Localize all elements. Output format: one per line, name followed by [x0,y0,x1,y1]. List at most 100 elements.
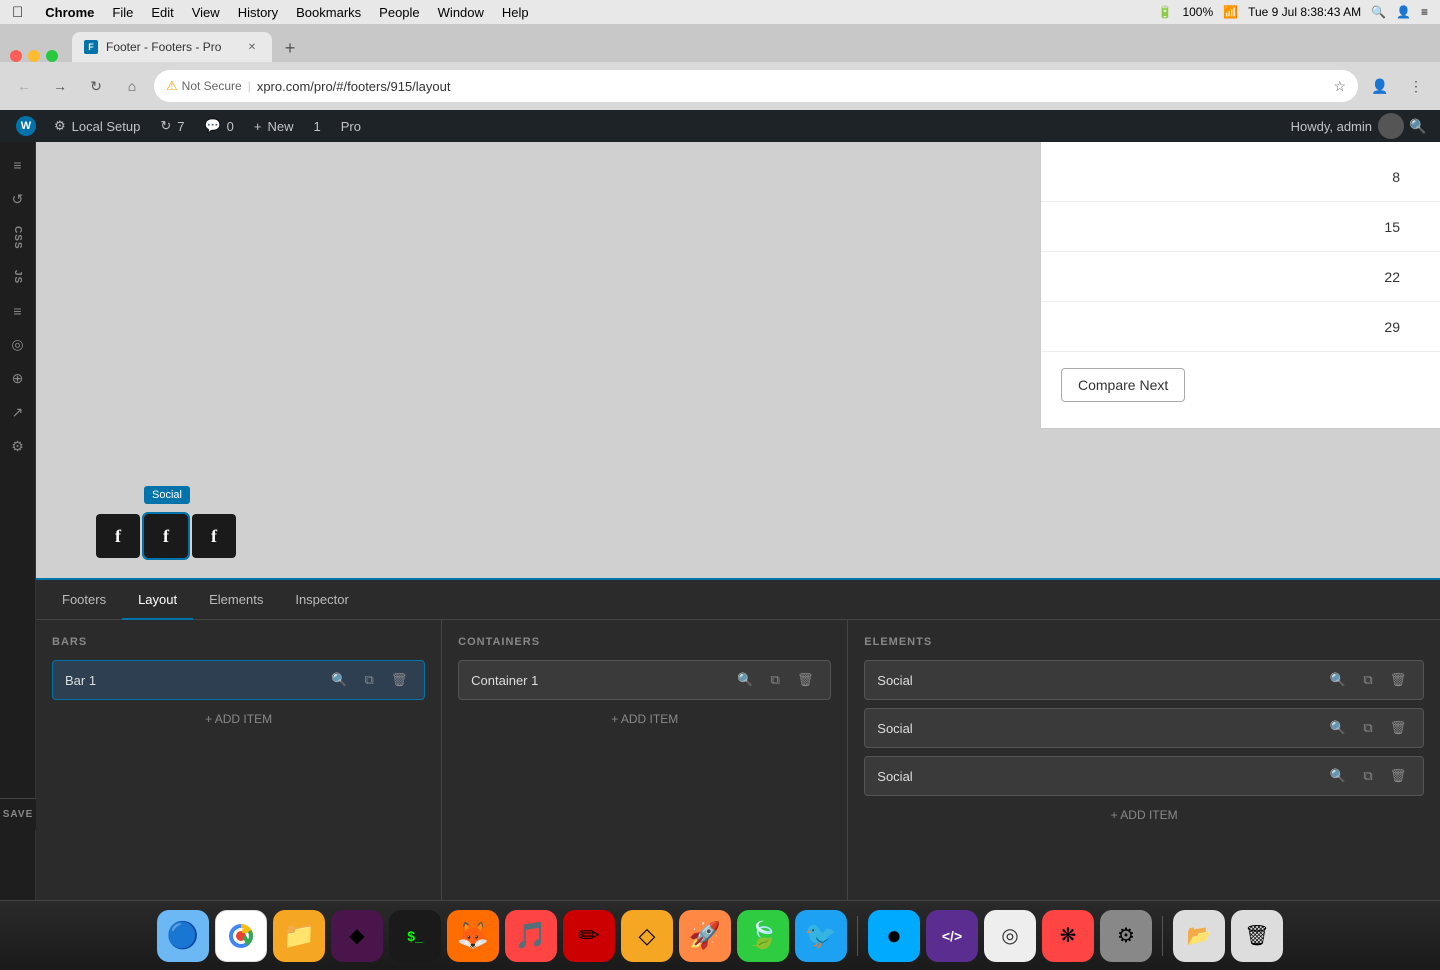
dock-files[interactable]: 📁 [273,910,325,962]
home-btn[interactable]: ⌂ [118,72,146,100]
minimize-window-btn[interactable] [28,50,40,62]
comments-btn[interactable]: 💬 0 [194,110,243,142]
bar-1-copy-btn[interactable]: ⧉ [356,667,382,693]
sidebar-settings-icon[interactable]: ⚙ [3,432,33,462]
back-btn[interactable]: ← [10,72,38,100]
element-2-copy-btn[interactable]: ⧉ [1355,715,1381,741]
search-icon[interactable]: 🔍 [1371,5,1386,19]
element-1-search-btn[interactable]: 🔍 [1325,667,1351,693]
tab-elements[interactable]: Elements [193,580,279,620]
view-menu[interactable]: View [192,5,220,20]
local-setup-btn[interactable]: ⚙ Local Setup [44,110,150,142]
container-1-search-btn[interactable]: 🔍 [732,667,758,693]
sidebar-elements-icon[interactable]: ◎ [3,330,33,360]
apple-menu[interactable]:  [12,4,23,21]
element-1-copy-btn[interactable]: ⧉ [1355,667,1381,693]
pro-btn[interactable]: Pro [331,110,371,142]
dock-system[interactable]: ⚙ [1100,910,1152,962]
bar-1-delete-btn[interactable]: 🗑 [386,667,412,693]
dock-slack[interactable]: ◆ [331,910,383,962]
social-preview: f Social f f [36,494,1040,578]
containers-add-item-btn[interactable]: + ADD ITEM [458,708,831,730]
js-label-btn[interactable]: JS [3,262,33,292]
element-1-delete-btn[interactable]: 🗑 [1385,667,1411,693]
dock-sketch[interactable]: ◇ [621,910,673,962]
dock-rocket[interactable]: 🚀 [679,910,731,962]
edit-menu[interactable]: Edit [151,5,173,20]
dock-terminal[interactable]: $_ [389,910,441,962]
elements-add-item-btn[interactable]: + ADD ITEM [864,804,1424,826]
bars-add-item-btn[interactable]: + ADD ITEM [52,708,425,730]
user-icon[interactable]: 👤 [1396,5,1411,19]
more-options-btn[interactable]: ⋮ [1402,72,1430,100]
admin-search-btn[interactable]: 🔍 [1404,112,1432,140]
bookmark-icon[interactable]: ☆ [1333,78,1346,95]
dock-browser2[interactable]: ● [868,910,920,962]
sidebar-history-icon[interactable]: ↺ [3,184,33,214]
container-1-copy-btn[interactable]: ⧉ [762,667,788,693]
bar-1-search-btn[interactable]: 🔍 [326,667,352,693]
dock-sketchbook[interactable]: ✏ [563,910,615,962]
dock-sphere[interactable]: ◎ [984,910,1036,962]
updates-btn[interactable]: ↻ 7 [150,110,194,142]
help-menu[interactable]: Help [502,5,529,20]
compare-next-btn[interactable]: Compare Next [1061,368,1185,402]
forward-btn[interactable]: → [46,72,74,100]
element-3-item[interactable]: Social 🔍 ⧉ 🗑 [864,756,1424,796]
control-center-icon[interactable]: ≡ [1421,5,1428,19]
dock-music[interactable]: 🎵 [505,910,557,962]
social-icon-2[interactable]: f [144,514,188,558]
dock-chrome[interactable] [215,910,267,962]
version-btn[interactable]: 1 [304,110,331,142]
tab-layout[interactable]: Layout [122,580,193,620]
element-2-search-btn[interactable]: 🔍 [1325,715,1351,741]
admin-avatar[interactable] [1378,113,1404,139]
container-1-delete-btn[interactable]: 🗑 [792,667,818,693]
element-2-label: Social [877,721,1325,736]
app-name-menu[interactable]: Chrome [45,5,94,20]
element-2-delete-btn[interactable]: 🗑 [1385,715,1411,741]
warning-icon: ⚠ [166,78,178,94]
dock-trash[interactable]: 🗑 [1231,910,1283,962]
css-label-btn[interactable]: CSS [3,218,33,258]
dock-code[interactable]: </> [926,910,978,962]
reload-btn[interactable]: ↻ [82,72,110,100]
dock-finder[interactable]: 🔵 [157,910,209,962]
user-profile-btn[interactable]: 👤 [1366,72,1394,100]
element-3-label: Social [877,769,1325,784]
element-2-item[interactable]: Social 🔍 ⧉ 🗑 [864,708,1424,748]
sidebar-export-icon[interactable]: ↗ [3,398,33,428]
dock-finder2[interactable]: 📂 [1173,910,1225,962]
element-3-copy-btn[interactable]: ⧉ [1355,763,1381,789]
dock-twitter[interactable]: 🐦 [795,910,847,962]
tab-inspector[interactable]: Inspector [279,580,364,620]
sidebar-menu-icon[interactable]: ≡ [3,150,33,180]
social-icon-3[interactable]: f [192,514,236,558]
dock-leaf[interactable]: 🍃 [737,910,789,962]
wp-logo-btn[interactable]: W [8,110,44,142]
maximize-window-btn[interactable] [46,50,58,62]
tab-footers[interactable]: Footers [46,580,122,620]
element-1-item[interactable]: Social 🔍 ⧉ 🗑 [864,660,1424,700]
element-3-search-btn[interactable]: 🔍 [1325,763,1351,789]
dock-firefox[interactable]: 🦊 [447,910,499,962]
container-1-item[interactable]: Container 1 🔍 ⧉ 🗑 [458,660,831,700]
browser-tab[interactable]: F Footer - Footers - Pro ✕ [72,32,272,62]
bookmarks-menu[interactable]: Bookmarks [296,5,361,20]
close-window-btn[interactable] [10,50,22,62]
history-menu-item[interactable]: History [238,5,278,20]
sidebar-add-icon[interactable]: ⊕ [3,364,33,394]
address-bar[interactable]: ⚠ Not Secure | xpro.com/pro/#/footers/91… [154,70,1358,102]
people-menu[interactable]: People [379,5,419,20]
dock-prefs[interactable]: ❋ [1042,910,1094,962]
tab-close-btn[interactable]: ✕ [244,39,260,55]
sidebar-layers-icon[interactable]: ≡ [3,296,33,326]
window-menu[interactable]: Window [438,5,484,20]
social-icon-1[interactable]: f [96,514,140,558]
new-tab-btn[interactable]: + [276,34,304,62]
file-menu[interactable]: File [112,5,133,20]
calendar-row-15: 15 [1041,202,1440,252]
bar-1-item[interactable]: Bar 1 🔍 ⧉ 🗑 [52,660,425,700]
element-3-delete-btn[interactable]: 🗑 [1385,763,1411,789]
new-btn[interactable]: + New [244,110,304,142]
